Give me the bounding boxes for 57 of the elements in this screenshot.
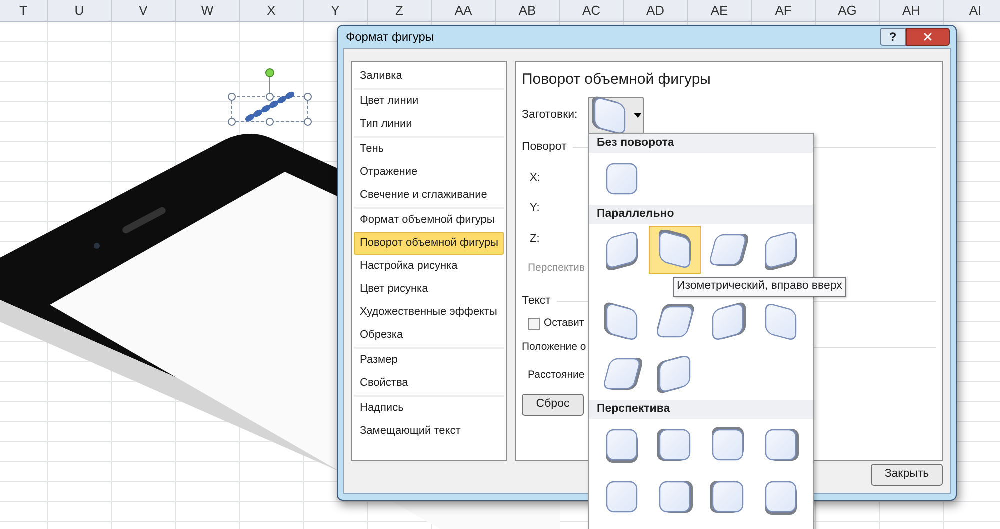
category-item[interactable]: Тень bbox=[354, 138, 504, 161]
column-header[interactable]: U bbox=[48, 0, 112, 21]
reset-button[interactable]: Сброс bbox=[522, 394, 584, 416]
category-item[interactable]: Поворот объемной фигуры bbox=[354, 232, 504, 255]
window-title: Формат фигуры bbox=[346, 29, 434, 46]
gallery-section-header: Параллельно bbox=[589, 205, 813, 224]
category-item[interactable]: Надпись bbox=[354, 397, 504, 420]
section-heading: Положение о bbox=[522, 340, 586, 355]
axis-label: Z: bbox=[530, 232, 540, 247]
column-header[interactable]: AI bbox=[944, 0, 1000, 21]
column-header[interactable]: AE bbox=[688, 0, 752, 21]
category-item[interactable]: Замещающий текст bbox=[354, 420, 504, 443]
category-item[interactable]: Цвет рисунка bbox=[354, 278, 504, 301]
axis-label: Y: bbox=[530, 201, 540, 216]
column-header[interactable]: V bbox=[112, 0, 176, 21]
section-heading: Текст bbox=[522, 294, 551, 309]
axis-label: X: bbox=[530, 170, 540, 186]
column-header[interactable]: T bbox=[0, 0, 48, 21]
preset-tooltip: Изометрический, вправо вверх bbox=[673, 277, 846, 297]
category-item[interactable]: Художественные эффекты bbox=[354, 301, 504, 324]
category-item[interactable]: Заливка bbox=[354, 65, 504, 88]
column-header[interactable]: AA bbox=[432, 0, 496, 21]
column-header[interactable]: AG bbox=[816, 0, 880, 21]
category-item[interactable]: Отражение bbox=[354, 161, 504, 184]
distance-label: Расстояние bbox=[528, 368, 585, 383]
checkbox-label: Оставит bbox=[544, 316, 584, 332]
close-dialog-button[interactable]: Закрыть bbox=[871, 464, 943, 486]
close-icon bbox=[922, 31, 934, 43]
category-item[interactable]: Формат объемной фигуры bbox=[354, 209, 504, 232]
column-header[interactable]: Y bbox=[304, 0, 368, 21]
category-item[interactable]: Тип линии bbox=[354, 113, 504, 136]
category-item[interactable]: Размер bbox=[354, 349, 504, 372]
column-header[interactable]: AH bbox=[880, 0, 944, 21]
gallery-section-header: Перспектива bbox=[589, 400, 813, 419]
category-item[interactable]: Свойства bbox=[354, 372, 504, 395]
column-header[interactable]: AB bbox=[496, 0, 560, 21]
column-header[interactable]: AF bbox=[752, 0, 816, 21]
presets-dropdown[interactable] bbox=[588, 96, 644, 134]
category-item[interactable]: Обрезка bbox=[354, 324, 504, 347]
category-item[interactable]: Настройка рисунка bbox=[354, 255, 504, 278]
column-header[interactable]: X bbox=[240, 0, 304, 21]
presets-label: Заготовки: bbox=[522, 108, 578, 123]
close-button[interactable] bbox=[906, 28, 950, 46]
column-header[interactable]: Z bbox=[368, 0, 432, 21]
gallery-section-header: Без поворота bbox=[589, 134, 813, 153]
category-item[interactable]: Цвет линии bbox=[354, 90, 504, 113]
panel-title: Поворот объемной фигуры bbox=[522, 70, 712, 90]
help-button[interactable]: ? bbox=[880, 28, 906, 46]
column-header[interactable]: AC bbox=[560, 0, 624, 21]
preset-option[interactable] bbox=[648, 226, 700, 274]
column-header[interactable]: W bbox=[176, 0, 240, 21]
caret-icon bbox=[634, 113, 642, 118]
category-item[interactable]: Свечение и сглаживание bbox=[354, 184, 504, 207]
column-header[interactable]: AD bbox=[624, 0, 688, 21]
section-heading: Поворот bbox=[522, 140, 567, 154]
perspective-label: Перспектив bbox=[528, 261, 585, 276]
checkbox[interactable] bbox=[528, 318, 540, 330]
